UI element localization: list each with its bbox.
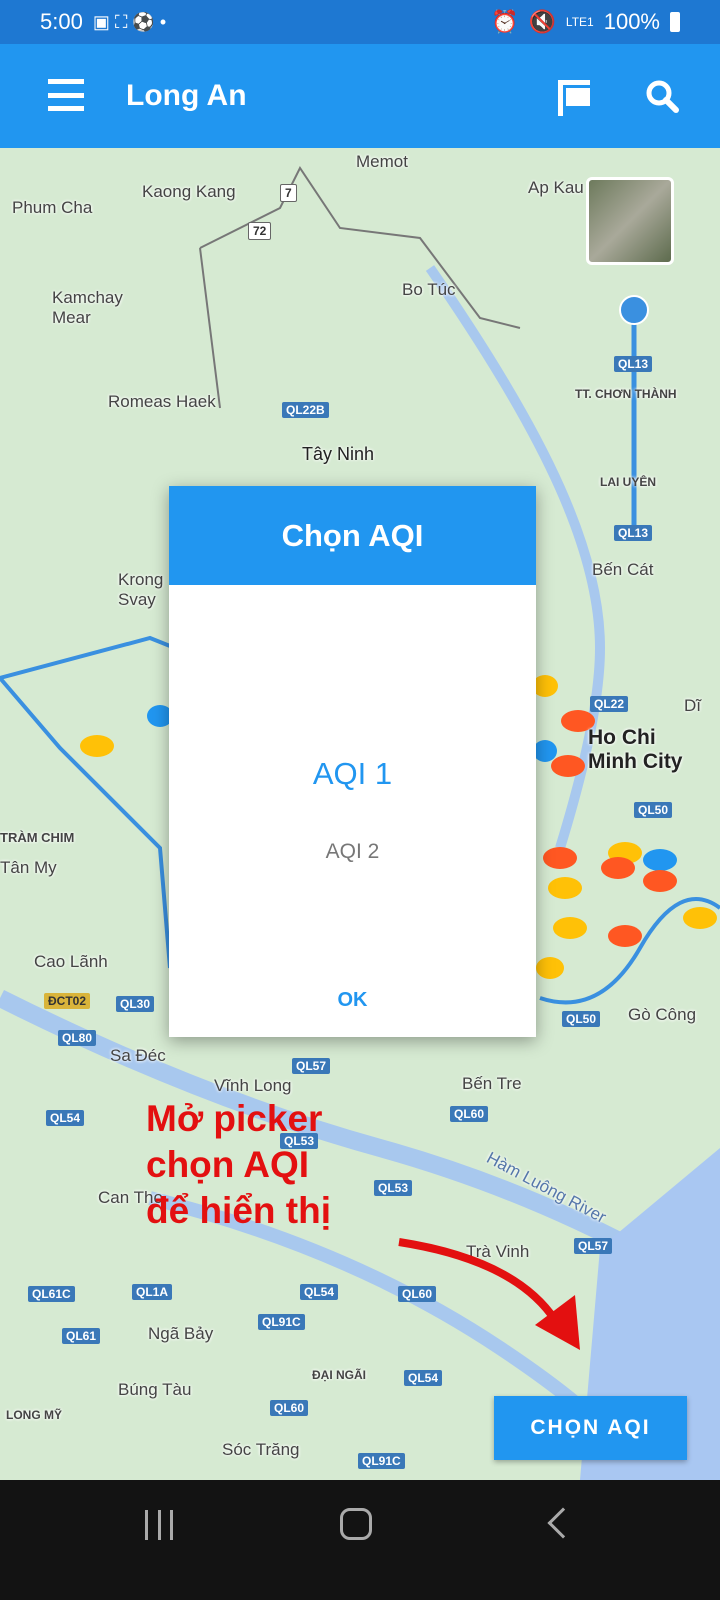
home-icon[interactable] <box>340 1508 372 1540</box>
status-bar: 5:00 ▣ ⛶ ⚽ • ⏰ 🔇 LTE1 100% <box>0 0 720 44</box>
route-shield: 72 <box>248 222 272 240</box>
page-title: Long An <box>126 79 247 112</box>
annotation-arrow-icon <box>398 1238 580 1350</box>
route-shield: QL57 <box>292 1058 331 1074</box>
map-label: Krong Svay <box>118 570 164 609</box>
annotation-text: Mở picker chọn AQI để hiển thị <box>146 1096 331 1234</box>
choose-aqi-button[interactable]: CHỌN AQI <box>494 1396 687 1460</box>
map-label: Memot <box>356 152 408 171</box>
map-label: LAI UYÊN <box>600 475 657 489</box>
map-label: Bến Tre <box>462 1074 522 1093</box>
menu-icon[interactable] <box>48 79 84 111</box>
route-shield: QL13 <box>614 525 653 541</box>
map-label: Ngã Bảy <box>148 1324 214 1343</box>
route-shield: QL53 <box>374 1180 413 1196</box>
search-icon[interactable] <box>644 78 680 114</box>
route-shield: QL30 <box>116 996 155 1012</box>
route-shield: QL54 <box>404 1370 443 1386</box>
route-shield: 7 <box>280 184 297 202</box>
route-shield: QL50 <box>562 1011 601 1027</box>
map-label: Bến Cát <box>592 560 654 579</box>
map-label: Ap Kau <box>528 178 584 197</box>
app-bar: Long An <box>0 44 720 148</box>
annotation-line: Mở picker <box>146 1098 323 1139</box>
map-label: Búng Tàu <box>118 1380 192 1399</box>
battery-level: 100% <box>603 9 660 34</box>
annotation-line: để hiển thị <box>146 1190 331 1231</box>
route-shield: QL1A <box>132 1284 173 1300</box>
flag-icon[interactable] <box>558 80 590 116</box>
map-label: Tây Ninh <box>302 444 375 464</box>
map-label: Ho Chi Minh City <box>588 726 683 773</box>
battery-icon <box>670 12 680 32</box>
route-shield: QL60 <box>270 1400 309 1416</box>
mute-icon: 🔇 <box>528 9 556 34</box>
route-shield: QL91C <box>258 1314 305 1330</box>
recents-icon[interactable] <box>145 1510 173 1540</box>
back-icon[interactable] <box>547 1507 579 1539</box>
aqi-option-2[interactable]: AQI 2 <box>169 840 536 864</box>
map-label: Sóc Trăng <box>222 1440 300 1459</box>
map-label: Kamchay Mear <box>52 288 123 327</box>
ok-button[interactable]: OK <box>169 989 536 1012</box>
clock: 5:00 <box>40 9 83 34</box>
route-shield: QL54 <box>46 1110 85 1126</box>
route-shield: QL61C <box>28 1286 75 1302</box>
map-label: Romeas Haek <box>108 392 216 411</box>
map-label: ĐẠI NGÃI <box>312 1368 366 1382</box>
route-shield: QL13 <box>614 356 653 372</box>
navigation-bar <box>0 1480 720 1600</box>
aqi-picker-dialog: Chọn AQI AQI 1 AQI 2 OK <box>169 486 536 1037</box>
signal-icon: LTE1 <box>565 15 594 29</box>
map-label: Dĩ <box>684 696 701 715</box>
map-label: Bo Túc <box>402 280 456 299</box>
map-label: TT. CHƠN THÀNH <box>575 387 677 401</box>
route-shield: QL60 <box>450 1106 489 1122</box>
route-shield: QL80 <box>58 1030 97 1046</box>
alarm-icon: ⏰ <box>491 9 519 34</box>
aqi-option-1[interactable]: AQI 1 <box>169 756 536 792</box>
map-label: Vĩnh Long <box>214 1076 292 1095</box>
map-label: LONG MỸ <box>6 1408 62 1422</box>
route-shield: QL22 <box>590 696 629 712</box>
route-shield: QL22B <box>282 402 329 418</box>
map-label: Sa Đéc <box>110 1046 166 1065</box>
dialog-title: Chọn AQI <box>169 486 536 585</box>
route-shield: ĐCT02 <box>44 993 91 1009</box>
route-shield: QL50 <box>634 802 673 818</box>
map-label: Tân My <box>0 858 57 877</box>
notification-icons: ▣ ⛶ ⚽ • <box>92 11 167 32</box>
map-label: Cao Lãnh <box>34 952 108 971</box>
map-label: Gò Công <box>628 1005 697 1024</box>
route-shield: QL61 <box>62 1328 101 1344</box>
annotation-line: chọn AQI <box>146 1144 310 1185</box>
satellite-layer-toggle[interactable] <box>586 177 674 265</box>
map-label: TRÀM CHIM <box>0 830 75 845</box>
route-shield: QL54 <box>300 1284 339 1300</box>
map-label: Kaong Kang <box>142 182 236 201</box>
map-label: Phum Cha <box>12 198 93 217</box>
route-shield: QL91C <box>358 1453 405 1469</box>
